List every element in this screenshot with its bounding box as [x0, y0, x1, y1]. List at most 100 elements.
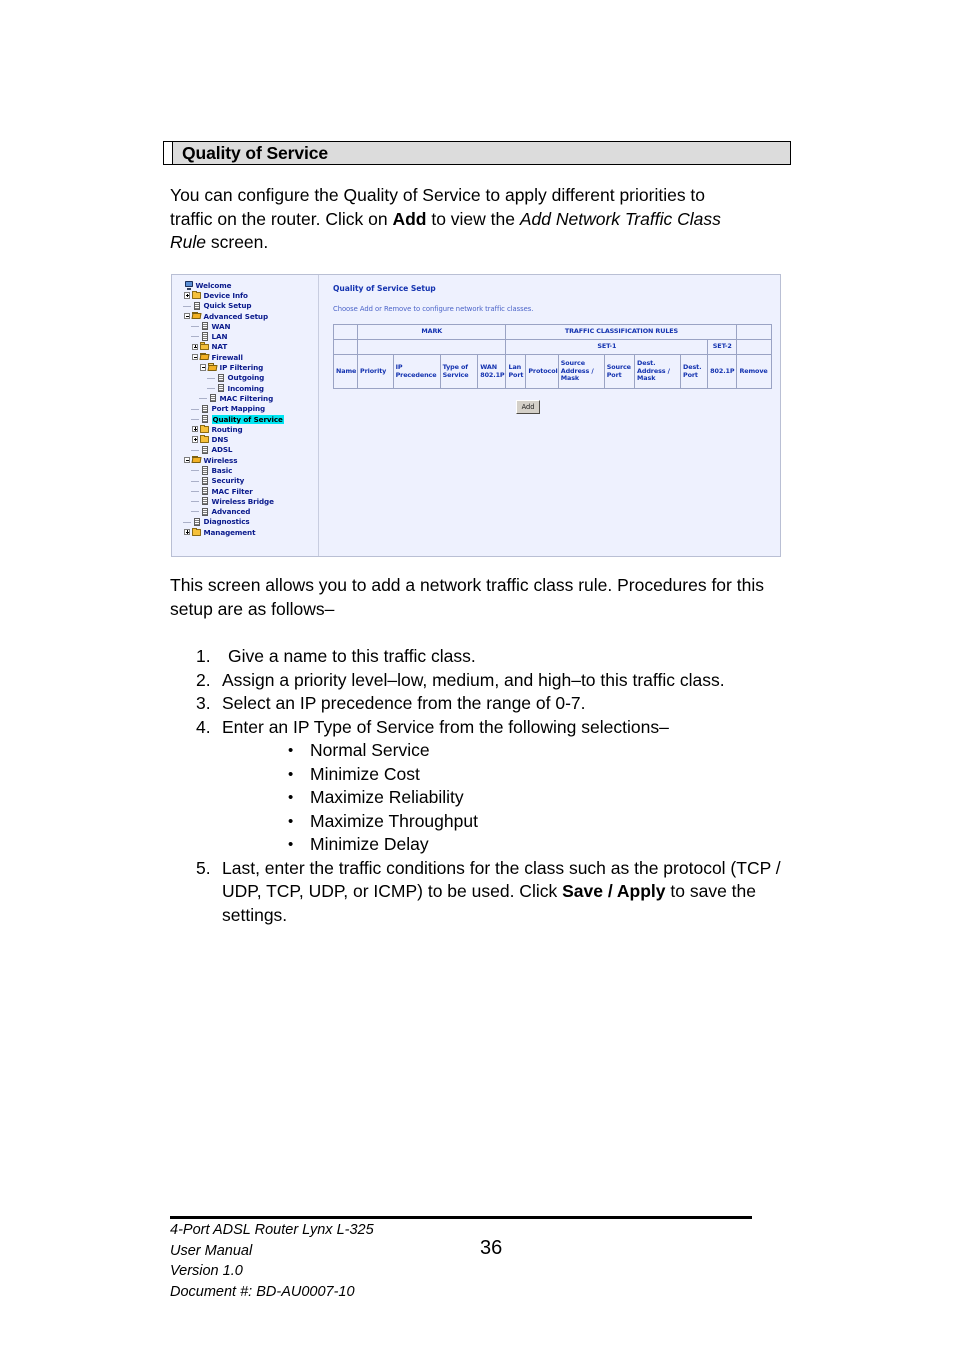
- page-icon: [192, 517, 202, 527]
- tree-line-icon: [183, 301, 192, 310]
- collapse-minus-icon[interactable]: [183, 456, 192, 465]
- tree-item-label: NAT: [211, 342, 228, 352]
- tree-item-device-info[interactable]: Device Info: [175, 290, 318, 300]
- folder-open-icon: [208, 363, 218, 373]
- tree-item-adsl[interactable]: ADSL: [175, 445, 318, 455]
- type-of-service-options-list: • Normal Service • Minimize Cost • Maximize R…: [196, 739, 781, 857]
- step-item-2: 2. Assign a priority level–low, medium, …: [196, 669, 781, 693]
- step-number-1: 1.: [196, 646, 211, 666]
- tree-item-label: Incoming: [227, 383, 265, 393]
- tree-item-label: Device Info: [203, 290, 248, 300]
- expand-plus-icon[interactable]: [191, 425, 200, 434]
- step-number-2: 2.: [196, 669, 211, 690]
- tree-line-icon: [207, 373, 216, 382]
- column-header-source-port: Source Port: [603, 354, 636, 389]
- set-cell-set2: SET-2: [707, 339, 738, 355]
- column-header-802-1p: 802.1P: [707, 354, 738, 389]
- tree-item-label: Welcome: [195, 280, 232, 290]
- add-button-row: Add: [516, 400, 780, 414]
- tree-item-label: Outgoing: [227, 373, 265, 383]
- qos-setup-subtitle: Choose Add or Remove to configure networ…: [333, 305, 534, 313]
- column-header-dest-address-mask: Dest. Address / Mask: [634, 354, 681, 389]
- set-cell-blank-left: [332, 339, 359, 355]
- page-footer: 4-Port ADSL Router Lynx L-325 User Manua…: [170, 1220, 770, 1302]
- group-cell-rules: TRAFFIC CLASSIFICATION RULES: [505, 324, 738, 340]
- tree-item-port-mapping[interactable]: Port Mapping: [175, 404, 318, 414]
- tree-item-advanced[interactable]: Advanced: [175, 507, 318, 517]
- tree-item-diagnostics[interactable]: Diagnostics: [175, 517, 318, 527]
- step-text-5: Last, enter the traffic conditions for t…: [222, 857, 781, 928]
- tree-item-wan[interactable]: WAN: [175, 321, 318, 331]
- set-cell-set1: SET-1: [505, 339, 709, 355]
- tree-item-quality-of-service[interactable]: Quality of Service: [175, 414, 318, 424]
- tree-line-icon: [191, 332, 200, 341]
- tree-line-icon: [199, 394, 208, 403]
- footer-document-line: Document #: BD-AU0007-10: [170, 1283, 355, 1300]
- tree-line-icon: [183, 517, 192, 526]
- tree-item-label: Security: [211, 476, 245, 486]
- table-set-header-row: SET-1 SET-2: [332, 339, 772, 355]
- collapse-minus-icon[interactable]: [191, 353, 200, 362]
- page-icon: [200, 466, 210, 476]
- column-header-protocol: Protocol: [525, 354, 559, 389]
- tree-item-dns[interactable]: DNS: [175, 434, 318, 444]
- tree-item-quick-setup[interactable]: Quick Setup: [175, 301, 318, 311]
- tos-option-label: Maximize Reliability: [310, 787, 464, 807]
- procedure-steps-list: 1. Give a name to this traffic class. 2.…: [196, 645, 781, 927]
- page-icon: [200, 404, 210, 414]
- bullet-icon: •: [288, 789, 294, 806]
- tree-item-basic[interactable]: Basic: [175, 465, 318, 475]
- page-icon: [200, 497, 210, 507]
- tree-item-label: Routing: [211, 424, 243, 434]
- page-icon: [200, 322, 210, 332]
- expand-plus-icon[interactable]: [183, 291, 192, 300]
- intro-text-part2: to view the: [426, 208, 520, 229]
- tree-item-advanced-setup[interactable]: Advanced Setup: [175, 311, 318, 321]
- tree-item-mac-filter[interactable]: MAC Filter: [175, 486, 318, 496]
- tree-item-wireless-bridge[interactable]: Wireless Bridge: [175, 496, 318, 506]
- tree-item-label: MAC Filter: [211, 486, 253, 496]
- tree-line-icon: [191, 322, 200, 331]
- tree-item-wireless[interactable]: Wireless: [175, 455, 318, 465]
- tree-item-nat[interactable]: NAT: [175, 342, 318, 352]
- step-text-1: Give a name to this traffic class.: [228, 646, 476, 666]
- column-header-name: Name: [332, 354, 359, 389]
- tos-option-item: • Minimize Cost: [196, 763, 781, 787]
- plus-vertical-stroke: [187, 530, 188, 534]
- add-button[interactable]: Add: [516, 400, 540, 414]
- folder-icon: [200, 424, 210, 435]
- expand-plus-icon[interactable]: [191, 435, 200, 444]
- tos-option-item: • Normal Service: [196, 739, 781, 763]
- page-icon: [200, 476, 210, 486]
- expand-plus-icon[interactable]: [191, 342, 200, 351]
- column-header-ip-precedence: IP Precedence: [392, 354, 441, 389]
- router-navigation-tree[interactable]: Welcome Device Info Quick Setup Advanced Se…: [172, 275, 319, 556]
- page-number: 36: [480, 1237, 503, 1259]
- page-icon: [208, 394, 218, 404]
- tree-item-label: Firewall: [211, 352, 244, 362]
- tree-item-ip-filtering[interactable]: IP Filtering: [175, 362, 318, 372]
- tree-item-security[interactable]: Security: [175, 476, 318, 486]
- description-paragraph: This screen allows you to add a network …: [170, 575, 764, 619]
- tree-item-outgoing[interactable]: Outgoing: [175, 373, 318, 383]
- column-header-dest-port: Dest. Port: [679, 354, 709, 389]
- tree-item-welcome[interactable]: Welcome: [175, 280, 318, 290]
- bullet-icon: •: [288, 836, 294, 853]
- tree-item-firewall[interactable]: Firewall: [175, 352, 318, 362]
- expand-plus-icon[interactable]: [183, 528, 192, 537]
- step-number-3: 3.: [196, 693, 211, 713]
- tree-item-mac-filtering[interactable]: MAC Filtering: [175, 393, 318, 403]
- folder-icon: [192, 527, 202, 538]
- monitor-icon: [184, 280, 194, 290]
- qos-setup-title: Quality of Service Setup: [333, 284, 436, 293]
- tree-item-label: Diagnostics: [203, 517, 250, 527]
- tree-item-management[interactable]: Management: [175, 527, 318, 537]
- folder-icon: [200, 342, 210, 352]
- tree-item-incoming[interactable]: Incoming: [175, 383, 318, 393]
- tree-line-icon: [207, 384, 216, 393]
- tree-item-routing[interactable]: Routing: [175, 424, 318, 434]
- tree-line-icon: [191, 497, 200, 506]
- tree-item-label: Wireless: [203, 455, 238, 465]
- tos-option-label: Minimize Delay: [310, 834, 429, 854]
- tree-item-lan[interactable]: LAN: [175, 331, 318, 341]
